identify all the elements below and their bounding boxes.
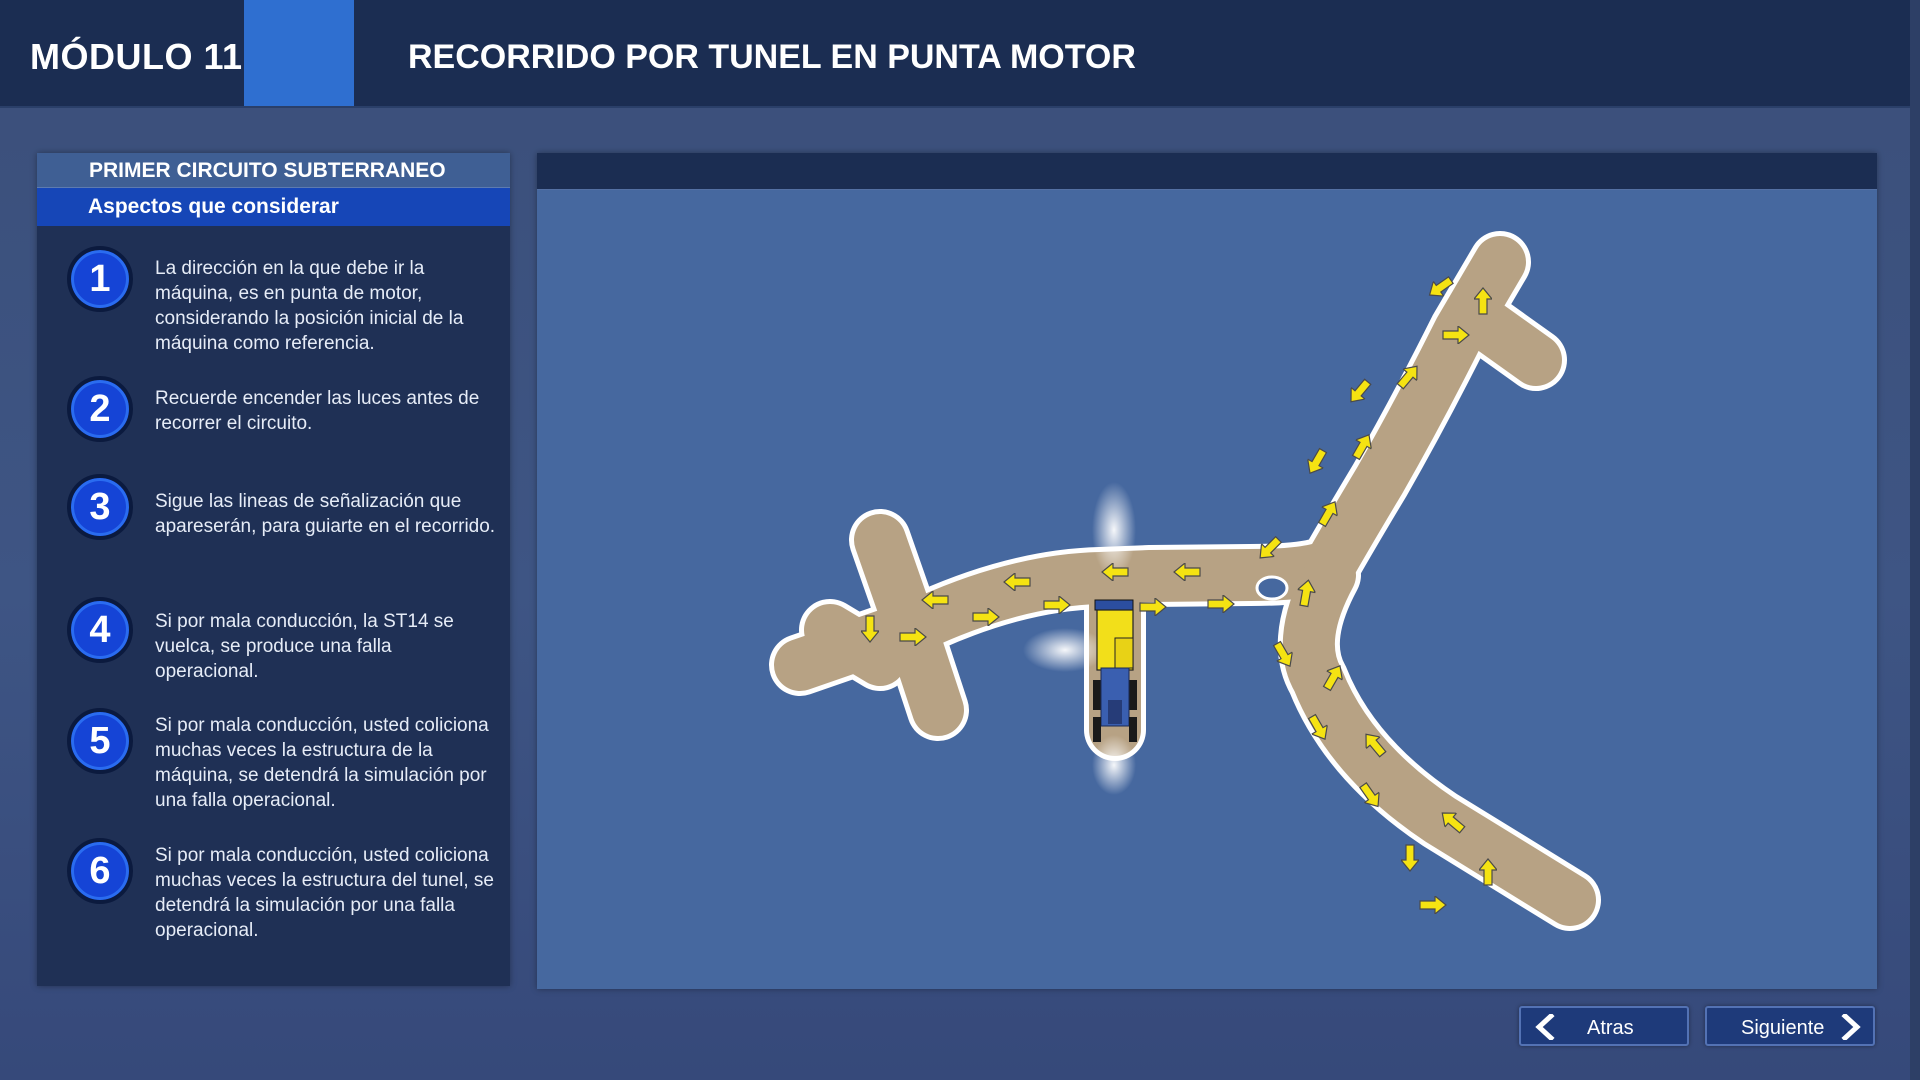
- right-edge: [1910, 0, 1920, 1080]
- step-number-badge: 5: [67, 708, 133, 774]
- chevron-right-icon: [1837, 1012, 1863, 1046]
- step-number-badge: 1: [67, 246, 133, 312]
- direction-arrow-icon: [1343, 375, 1376, 409]
- step-number-badge: 3: [67, 474, 133, 540]
- step-text: Recuerde encender las luces antes de rec…: [155, 388, 480, 434]
- direction-arrow-icon: [1401, 844, 1419, 872]
- direction-arrow-icon: [1419, 896, 1447, 914]
- step-text: Sigue las lineas de señalización que apa…: [155, 491, 496, 537]
- top-bar: MÓDULO 11 RECORRIDO POR TUNEL EN PUNTA M…: [0, 0, 1910, 108]
- step-number-badge: 2: [67, 376, 133, 442]
- panel-title: PRIMER CIRCUITO SUBTERRANEO: [37, 153, 510, 188]
- module-title: MÓDULO 11: [30, 36, 243, 77]
- direction-arrow-icon: [1301, 445, 1332, 479]
- step-number-badge: 6: [67, 838, 133, 904]
- tunnel-map: [769, 231, 1601, 931]
- panel-subtitle: Aspectos que considerar: [37, 188, 510, 226]
- back-button[interactable]: Atras: [1519, 1006, 1689, 1046]
- page-title: RECORRIDO POR TUNEL EN PUNTA MOTOR: [408, 38, 1136, 76]
- header-accent-block: [244, 0, 354, 106]
- step-text: La dirección en la que debe ir la máquin…: [155, 258, 464, 354]
- chevron-left-icon: [1533, 1012, 1559, 1046]
- next-button-label: Siguiente: [1741, 1017, 1825, 1039]
- back-button-label: Atras: [1587, 1017, 1634, 1039]
- step-text: Si por mala conducción, la ST14 se vuelc…: [155, 611, 454, 682]
- map-panel: [537, 153, 1877, 989]
- step-number-badge: 4: [67, 597, 133, 663]
- step-text: Si por mala conducción, usted coliciona …: [155, 715, 489, 811]
- step-text: Si por mala conducción, usted coliciona …: [155, 845, 495, 941]
- instructions-panel: PRIMER CIRCUITO SUBTERRANEO Aspectos que…: [37, 153, 510, 986]
- next-button[interactable]: Siguiente: [1705, 1006, 1875, 1046]
